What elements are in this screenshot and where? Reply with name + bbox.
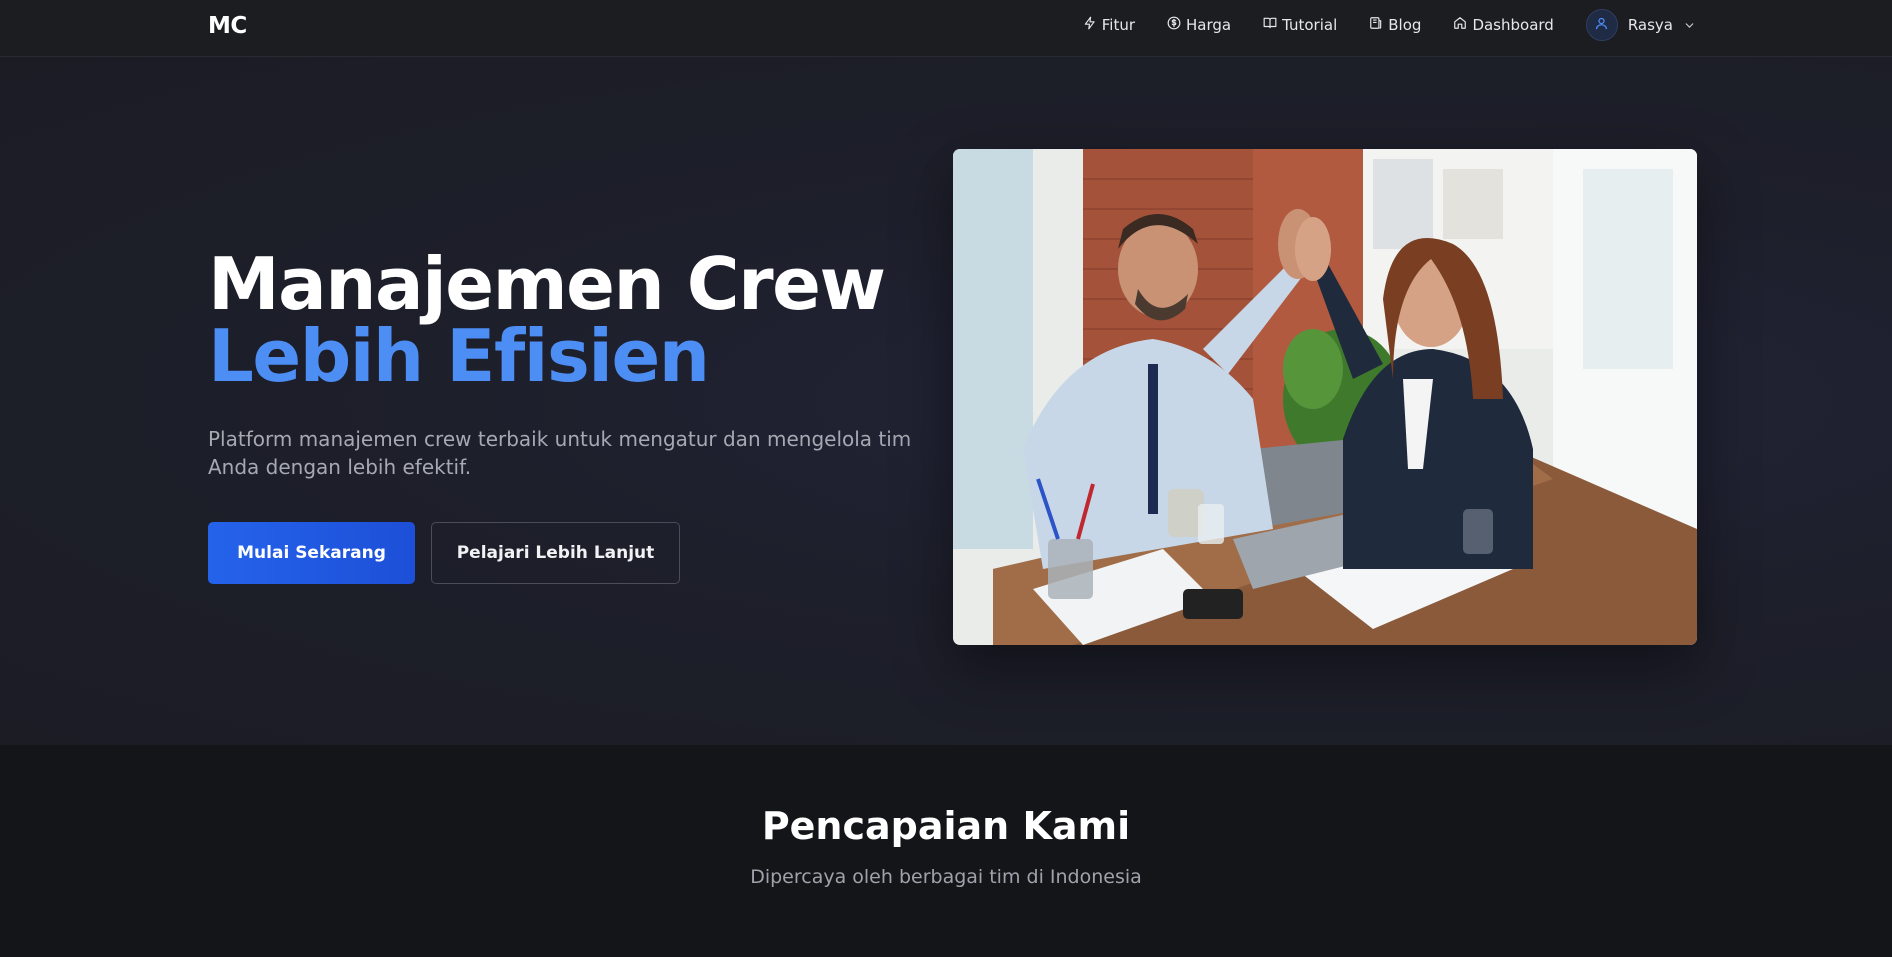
get-started-button[interactable]: Mulai Sekarang <box>208 522 415 584</box>
book-open-icon <box>1263 16 1277 34</box>
hero-title-line1: Manajemen Crew <box>208 242 886 326</box>
hero-title-line2: Lebih Efisien <box>208 314 710 398</box>
newspaper-icon <box>1369 16 1383 34</box>
nav-label: Blog <box>1388 16 1422 34</box>
learn-more-button[interactable]: Pelajari Lebih Lanjut <box>431 522 680 584</box>
home-icon <box>1453 16 1467 34</box>
section-title: Pencapaian Kami <box>761 804 1131 848</box>
section-subtitle: Dipercaya oleh berbagai tim di Indonesia <box>750 866 1142 888</box>
nav-item-blog[interactable]: Blog <box>1369 16 1421 34</box>
achievements-section: Pencapaian Kami Dipercaya oleh berbagai … <box>0 745 1892 957</box>
nav-item-tutorial[interactable]: Tutorial <box>1263 16 1337 34</box>
hero-description: Platform manajemen crew terbaik untuk me… <box>208 427 912 479</box>
zap-icon <box>1083 16 1097 34</box>
hero-title: Manajemen Crew Lebih Efisien <box>208 242 886 398</box>
user-menu[interactable]: Rasya <box>1585 9 1696 41</box>
hero-photo <box>953 149 1697 645</box>
dollar-circle-icon <box>1167 16 1181 34</box>
top-navbar: MC Fitur Harga Tutorial Blog Dashboard R… <box>0 0 1892 57</box>
hero-image <box>953 149 1697 645</box>
nav-item-dashboard[interactable]: Dashboard <box>1453 16 1554 34</box>
nav-item-fitur[interactable]: Fitur <box>1083 16 1135 34</box>
nav-label: Harga <box>1186 16 1232 34</box>
nav-links: Fitur Harga Tutorial Blog Dashboard Rasy… <box>1051 0 1696 50</box>
chevron-down-icon[interactable] <box>1683 19 1696 32</box>
logo[interactable]: MC <box>208 13 247 39</box>
avatar[interactable] <box>1585 9 1618 41</box>
user-name: Rasya <box>1627 16 1673 34</box>
nav-label: Fitur <box>1101 16 1136 34</box>
nav-label: Dashboard <box>1472 16 1554 34</box>
nav-label: Tutorial <box>1282 16 1338 34</box>
user-icon <box>1594 16 1609 35</box>
nav-item-harga[interactable]: Harga <box>1167 16 1231 34</box>
hero-section: Manajemen Crew Lebih Efisien Platform ma… <box>0 57 1892 745</box>
